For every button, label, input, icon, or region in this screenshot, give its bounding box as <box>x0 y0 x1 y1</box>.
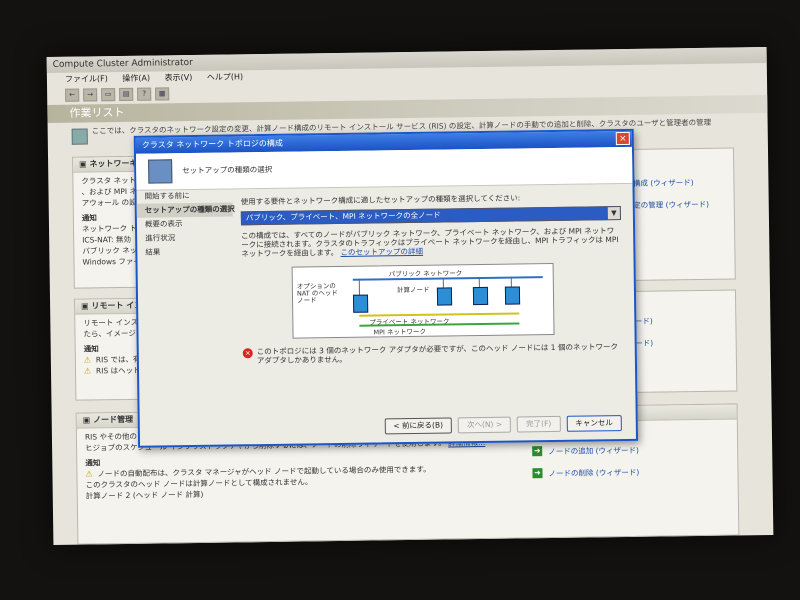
cancel-button[interactable]: キャンセル <box>566 415 622 432</box>
step-summary: 概要の表示 <box>144 219 183 229</box>
instruction-text: 使用する要件とネットワーク構成に適したセットアップの種類を選択してください: <box>240 193 521 207</box>
mpi-network-label: MPI ネットワーク <box>373 327 427 337</box>
configure-topology-link-text[interactable]: の構成 (ウィザード) <box>625 178 693 188</box>
public-network-line <box>352 276 543 281</box>
step-progress: 進行状況 <box>145 233 176 243</box>
step-before-start: 開始する前に <box>144 191 190 201</box>
compute-node-icon <box>436 287 453 306</box>
link-line <box>358 278 360 295</box>
step-select-setup: セットアップの種類の選択 <box>136 202 235 218</box>
error-message-text: このトポロジには 3 個のネットワーク アダプタが必要ですが、このヘッド ノード… <box>256 342 618 366</box>
dialog-step-title: セットアップの種類の選択 <box>182 164 273 176</box>
link-line <box>510 276 512 287</box>
step-results: 結果 <box>145 247 161 257</box>
error-icon: × <box>242 348 253 359</box>
head-node-label: オプションの NAT のヘッド ノード <box>296 282 338 305</box>
close-icon[interactable]: × <box>615 131 630 146</box>
topology-diagram: パブリック ネットワーク オプションの NAT のヘッド ノード 計算ノード プ… <box>291 262 555 339</box>
chevron-down-icon[interactable]: ▼ <box>607 207 620 220</box>
dialog-title: クラスタ ネットワーク トポロジの構成 <box>141 138 283 150</box>
menu-help[interactable]: ヘルプ(H) <box>207 72 243 82</box>
folder-icon[interactable]: ▭ <box>101 87 116 101</box>
setup-details-link[interactable]: このセットアップの詳細 <box>340 247 423 257</box>
add-node-link[interactable]: ➜ ノードの追加 (ウィザード) <box>532 445 639 468</box>
link-line <box>478 277 480 288</box>
remove-node-link[interactable]: ➜ ノードの削除 (ウィザード) <box>532 467 639 490</box>
computer-icon <box>148 159 173 184</box>
dialog-header: セットアップの種類の選択 <box>135 146 633 191</box>
arrow-right-icon: ➜ <box>532 446 543 457</box>
wizard-steps: 開始する前に セットアップの種類の選択 概要の表示 進行状況 結果 <box>136 188 236 445</box>
node-icon: ▣ <box>82 415 94 425</box>
compute-node-icon <box>504 286 521 305</box>
next-button[interactable]: 次へ(N) > <box>457 416 512 434</box>
network-icon: ▣ <box>79 159 90 169</box>
projected-screen: Compute Cluster Administrator ファイル(F) 操作… <box>46 46 774 546</box>
console-icon[interactable]: ▦ <box>155 86 170 101</box>
finish-button[interactable]: 完了(F) <box>517 415 561 433</box>
setup-description-text: この構成では、すべてのノードがパブリック ネットワーク、プライベート ネットワー… <box>241 226 619 259</box>
forward-icon[interactable]: → <box>83 87 98 102</box>
setup-type-select[interactable]: パブリック、プライベート、MPI ネットワークの全ノード ▼ <box>240 206 621 226</box>
server-icon: ▣ <box>81 301 92 311</box>
properties-icon[interactable]: ▤ <box>119 87 134 101</box>
menu-file[interactable]: ファイル(F) <box>65 74 108 84</box>
menu-action[interactable]: 操作(A) <box>122 74 150 83</box>
head-node-icon <box>352 294 369 313</box>
dialog-buttons: < 前に戻る(B) 次へ(N) > 完了(F) キャンセル <box>384 415 622 435</box>
manage-settings-link-text[interactable]: 設定の管理 (ウィザード) <box>626 200 709 210</box>
topology-dialog: クラスタ ネットワーク トポロジの構成 × セットアップの種類の選択 開始する前… <box>133 128 639 448</box>
arrow-right-icon: ➜ <box>532 468 543 479</box>
add-node-link-text[interactable]: ノードの追加 (ウィザード) <box>548 446 639 456</box>
remove-node-link-text[interactable]: ノードの削除 (ウィザード) <box>548 468 639 478</box>
back-button[interactable]: < 前に戻る(B) <box>384 417 453 435</box>
link-line <box>442 277 444 288</box>
setup-type-value: パブリック、プライベート、MPI ネットワークの全ノード <box>245 210 441 223</box>
compute-node-icon <box>472 286 489 306</box>
menu-view[interactable]: 表示(V) <box>165 73 193 82</box>
dialog-content: 使用する要件とネットワーク構成に適したセットアップの種類を選択してください: パ… <box>241 191 623 365</box>
compute-node-label: 計算ノード <box>396 285 430 295</box>
error-message: × このトポロジには 3 個のネットワーク アダプタが必要ですが、このヘッド ノ… <box>242 342 623 366</box>
node-title-text: ノード管理 <box>92 414 134 425</box>
setup-description: この構成では、すべてのノードがパブリック ネットワーク、プライベート ネットワー… <box>241 226 621 261</box>
back-icon[interactable]: ← <box>65 88 80 102</box>
info-icon <box>71 128 88 145</box>
help-icon[interactable]: ? <box>137 87 152 101</box>
right-links-bottom: ➜ ノードの追加 (ウィザード) ➜ ノードの削除 (ウィザード) <box>532 445 639 490</box>
